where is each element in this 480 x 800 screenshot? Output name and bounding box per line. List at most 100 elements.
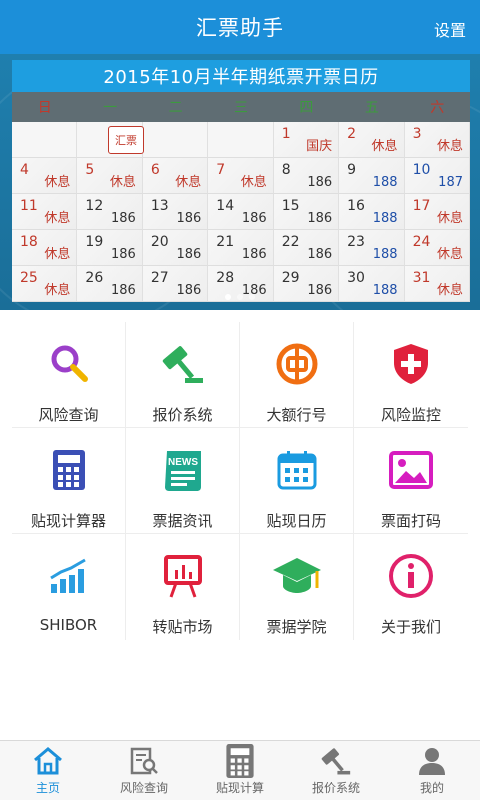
tab-gavel[interactable]: 报价系统	[288, 741, 384, 800]
day-status: 186	[111, 247, 136, 262]
function-tile[interactable]: SHIBOR	[12, 534, 126, 640]
function-tile[interactable]: 贴现日历	[240, 428, 354, 534]
function-label: 风险监控	[380, 406, 441, 424]
day-number: 27	[150, 270, 169, 286]
page-indicator	[0, 294, 480, 300]
weekday-header: 日一二三四五六	[12, 92, 470, 122]
page-dot	[237, 294, 243, 300]
tab-user[interactable]: 我的	[384, 741, 480, 800]
function-tile[interactable]: 大额行号	[240, 322, 354, 428]
function-label: SHIBOR	[39, 616, 98, 634]
day-number: 5	[85, 162, 95, 178]
tab-calculator[interactable]: 贴现计算	[192, 741, 288, 800]
day-status: 186	[111, 211, 136, 226]
day-number: 13	[150, 198, 169, 214]
day-status: 休息	[175, 175, 202, 190]
day-number: 15	[281, 198, 300, 214]
day-number: 10	[412, 162, 431, 178]
weekday-label: 四	[299, 100, 314, 116]
search-doc-icon	[127, 745, 161, 777]
function-label: 报价系统	[152, 406, 213, 424]
day-number: 19	[85, 234, 104, 250]
calendar-day-cell: 9 188	[339, 158, 405, 194]
day-number: 26	[85, 270, 104, 286]
function-tile[interactable]: 风险监控	[354, 322, 468, 428]
user-icon	[415, 745, 449, 777]
day-status: 休息	[44, 211, 71, 226]
calendar-day-cell: 11 休息	[12, 194, 78, 230]
image-icon	[383, 442, 439, 498]
function-tile[interactable]: 风险查询	[12, 322, 126, 428]
function-label: 票据学院	[266, 618, 327, 636]
graduation-cap-icon	[269, 548, 325, 604]
day-status: 186	[307, 175, 333, 190]
calendar-day-cell: 14 186	[208, 194, 274, 230]
weekday-label: 五	[364, 100, 379, 116]
day-number: 30	[347, 270, 365, 286]
calendar-banner[interactable]: 2015年10月半年期纸票开票日历 日一二三四五六 1 国庆 2 休息 3 休息 4 休息 5 休…	[0, 54, 480, 310]
calendar-day-cell: 2 休息	[339, 122, 405, 158]
gavel-icon	[155, 336, 211, 392]
day-status: 186	[307, 247, 333, 262]
day-status: 休息	[44, 247, 71, 262]
calendar-day-cell: 21 186	[208, 230, 274, 266]
function-tile[interactable]: 票面打码	[354, 428, 468, 534]
day-status: 186	[176, 211, 202, 226]
tab-label: 贴现计算	[215, 781, 264, 795]
day-status: 国庆	[306, 139, 333, 154]
calculator-icon	[41, 442, 97, 498]
calendar-day-cell: 8 186	[273, 158, 340, 194]
day-status: 休息	[436, 139, 463, 154]
calendar-day-cell: 17 休息	[404, 194, 470, 230]
function-label: 关于我们	[380, 618, 441, 636]
tab-label: 风险查询	[119, 781, 168, 795]
calendar-day-cell: 10 187	[404, 158, 470, 194]
function-tile[interactable]: 贴现计算器	[12, 428, 126, 534]
page-dot	[249, 294, 255, 300]
day-number: 17	[412, 198, 431, 214]
calendar-day-cell: 24 休息	[404, 230, 470, 266]
calendar-day-cell: 15 186	[273, 194, 340, 230]
day-status: 186	[176, 247, 202, 262]
tab-label: 我的	[419, 781, 444, 795]
function-label: 票据资讯	[152, 512, 213, 530]
day-number: 25	[20, 270, 38, 286]
function-tile[interactable]: 票据学院	[240, 534, 354, 640]
calendar-title: 2015年10月半年期纸票开票日历	[12, 60, 470, 92]
day-status: 186	[241, 247, 267, 262]
function-tile[interactable]: 转贴市场	[126, 534, 240, 640]
weekday-label: 一	[103, 100, 118, 116]
stamp-label: 汇票	[115, 134, 137, 147]
day-number: 9	[347, 162, 357, 178]
day-status: 休息	[436, 211, 463, 226]
bank-of-china-icon	[269, 336, 325, 392]
day-status: 187	[438, 175, 463, 190]
function-label: 贴现计算器	[30, 512, 106, 530]
calendar-day-cell: 6 休息	[142, 158, 209, 194]
day-status: 休息	[371, 139, 398, 154]
function-tile[interactable]: 关于我们	[354, 534, 468, 640]
day-number: 31	[412, 270, 431, 286]
function-label: 票面打码	[380, 512, 441, 530]
tab-search-doc[interactable]: 风险查询	[96, 741, 192, 800]
function-label: 大额行号	[266, 406, 327, 424]
day-number: 23	[347, 234, 365, 250]
calendar-day-cell: 7 休息	[208, 158, 274, 194]
day-number: 1	[281, 126, 291, 142]
function-grid: 风险查询 报价系统 大额行号 风险监控贴现计算器 NEWS 票据资讯 贴现日历 票面打码 SHI…	[12, 322, 468, 642]
day-number: 6	[150, 162, 160, 178]
tab-home[interactable]: 主页	[0, 741, 96, 800]
calendar-day-cell: 22 186	[273, 230, 340, 266]
calendar-day-cell: 18 休息	[12, 230, 78, 266]
magnifier-icon	[41, 336, 97, 392]
svg-text:NEWS: NEWS	[168, 457, 198, 468]
calendar-day-cell	[208, 122, 274, 158]
function-tile[interactable]: 报价系统	[126, 322, 240, 428]
weekday-label: 二	[168, 100, 183, 116]
day-number: 2	[347, 126, 357, 142]
day-number: 24	[412, 234, 431, 250]
day-number: 21	[216, 234, 235, 250]
news-icon: NEWS	[155, 442, 211, 498]
settings-button[interactable]: 设置	[434, 17, 466, 41]
function-tile[interactable]: NEWS 票据资讯	[126, 428, 240, 534]
